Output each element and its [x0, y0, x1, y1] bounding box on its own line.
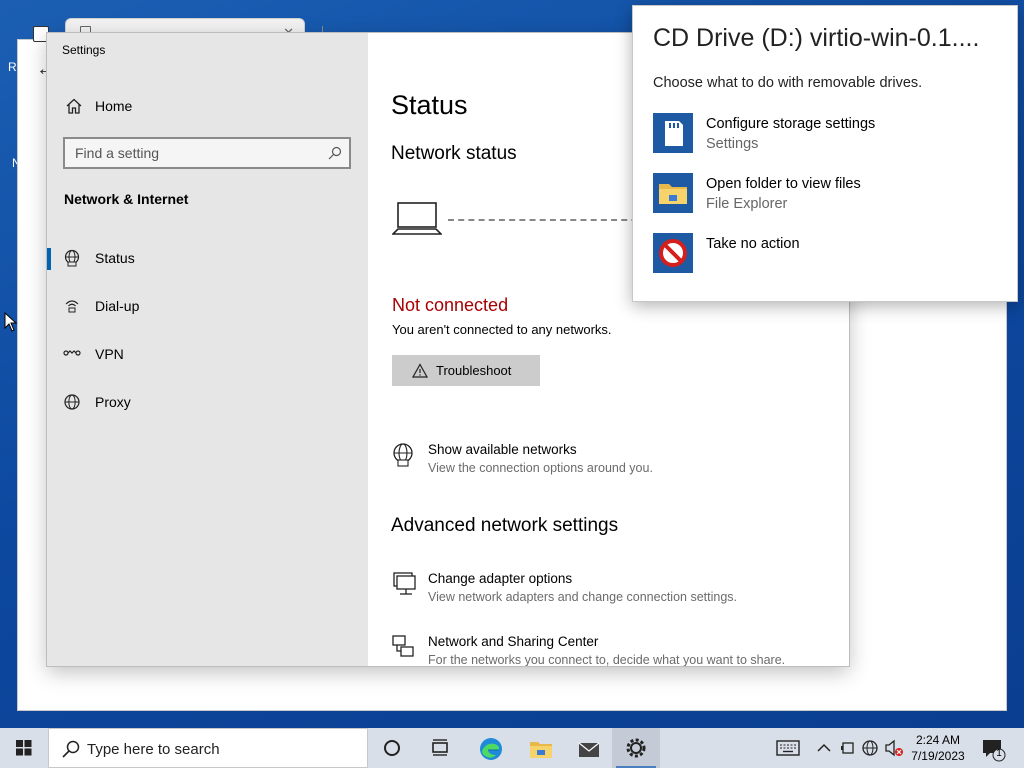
link-title: Network and Sharing Center	[428, 634, 599, 649]
link-description: For the networks you connect to, decide …	[428, 653, 786, 666]
touch-keyboard-icon[interactable]	[776, 738, 800, 758]
notification-icon	[983, 740, 1006, 762]
folder-icon	[653, 173, 693, 213]
sharing-center-icon	[392, 635, 414, 657]
globe-network-icon	[393, 443, 413, 467]
page-title: Status	[391, 90, 468, 120]
warning-icon	[412, 363, 428, 378]
home-icon	[66, 98, 82, 114]
desktop-icon-label: R	[8, 60, 17, 74]
cortana-circle-icon	[384, 740, 400, 756]
troubleshoot-label: Troubleshoot	[436, 363, 512, 378]
section-heading: Network & Internet	[64, 191, 189, 207]
file-explorer-button[interactable]	[516, 728, 564, 768]
setting-search-input[interactable]	[65, 139, 323, 167]
laptop-icon	[392, 202, 442, 235]
network-adapter-icon	[393, 572, 416, 595]
option-subtitle: Settings	[706, 136, 759, 152]
edge-browser-button[interactable]	[466, 728, 514, 768]
clock-time: 2:24 AM	[915, 733, 961, 747]
mail-icon	[578, 742, 600, 757]
chevron-up-icon[interactable]	[814, 738, 834, 758]
link-description: View network adapters and change connect…	[428, 590, 737, 604]
sidebar-home-label: Home	[95, 98, 133, 114]
sidebar-item-dialup[interactable]: Dial-up	[47, 286, 368, 326]
sidebar-item-proxy[interactable]: Proxy	[47, 382, 368, 422]
gear-icon	[626, 738, 646, 758]
take-no-action-option[interactable]: Take no action	[653, 233, 1003, 275]
configure-storage-option[interactable]: Configure storage settings Settings	[653, 113, 1003, 155]
vpn-icon	[63, 350, 81, 356]
search-icon[interactable]	[328, 146, 342, 160]
open-folder-option[interactable]: Open folder to view files File Explorer	[653, 173, 1003, 215]
window-title: Settings	[62, 43, 106, 57]
removable-drive-icon[interactable]	[838, 738, 858, 758]
advanced-settings-heading: Advanced network settings	[391, 515, 619, 536]
taskbar-search-box[interactable]	[48, 728, 368, 768]
globe-icon	[64, 394, 80, 410]
search-icon	[62, 740, 80, 758]
option-title: Take no action	[706, 236, 800, 252]
cortana-button[interactable]	[368, 728, 416, 768]
setting-search-box[interactable]	[63, 137, 351, 169]
mail-button[interactable]	[564, 728, 612, 768]
sidebar-home[interactable]: Home	[47, 89, 368, 123]
notification-count: 1	[996, 748, 1002, 759]
taskbar-clock[interactable]: 2:24 AM 7/19/2023	[906, 732, 970, 764]
action-center-button[interactable]: 1	[978, 734, 1008, 764]
no-action-icon	[653, 233, 693, 273]
globe-network-icon	[64, 249, 80, 267]
network-status-heading: Network status	[391, 143, 517, 164]
edge-icon	[480, 738, 502, 760]
sidebar-item-label: Status	[95, 250, 135, 266]
network-sharing-center-link[interactable]: Network and Sharing Center For the netwo…	[391, 634, 831, 666]
task-view-icon	[432, 739, 448, 756]
taskbar: 2:24 AM 7/19/2023 1	[0, 728, 1024, 768]
start-button[interactable]	[0, 728, 48, 768]
clock-date: 7/19/2023	[911, 749, 965, 763]
option-title: Open folder to view files	[706, 176, 861, 192]
autoplay-notification[interactable]: CD Drive (D:) virtio-win-0.1.... Choose …	[632, 5, 1018, 302]
show-available-networks-link[interactable]: Show available networks View the connect…	[391, 442, 831, 482]
sidebar-item-vpn[interactable]: VPN	[47, 334, 368, 374]
option-subtitle: File Explorer	[706, 196, 788, 212]
link-title: Show available networks	[428, 442, 577, 457]
settings-sidebar: Settings Home Network & Internet Status	[47, 33, 368, 666]
folder-icon	[530, 742, 552, 758]
windows-logo-icon	[16, 740, 32, 756]
connection-state: Not connected	[392, 295, 509, 315]
volume-muted-icon[interactable]	[884, 738, 904, 758]
taskbar-search-input[interactable]	[87, 735, 357, 763]
sidebar-item-status[interactable]: Status	[47, 238, 368, 278]
link-title: Change adapter options	[428, 571, 573, 586]
task-view-button[interactable]	[416, 728, 464, 768]
change-adapter-options-link[interactable]: Change adapter options View network adap…	[391, 571, 831, 611]
sidebar-item-label: VPN	[95, 346, 124, 362]
connection-description: You aren't connected to any networks.	[392, 322, 612, 337]
troubleshoot-button[interactable]: Troubleshoot	[392, 355, 540, 386]
mouse-cursor-icon	[4, 312, 18, 332]
sidebar-item-label: Dial-up	[95, 298, 140, 314]
notification-description: Choose what to do with removable drives.	[653, 75, 923, 91]
option-title: Configure storage settings	[706, 116, 876, 132]
sidebar-item-label: Proxy	[95, 394, 131, 410]
dialup-icon	[65, 300, 79, 313]
link-description: View the connection options around you.	[428, 461, 653, 475]
network-globe-icon[interactable]	[860, 738, 880, 758]
notification-title: CD Drive (D:) virtio-win-0.1....	[653, 24, 980, 52]
sd-card-icon	[653, 113, 693, 153]
settings-taskbar-button[interactable]	[612, 728, 660, 768]
